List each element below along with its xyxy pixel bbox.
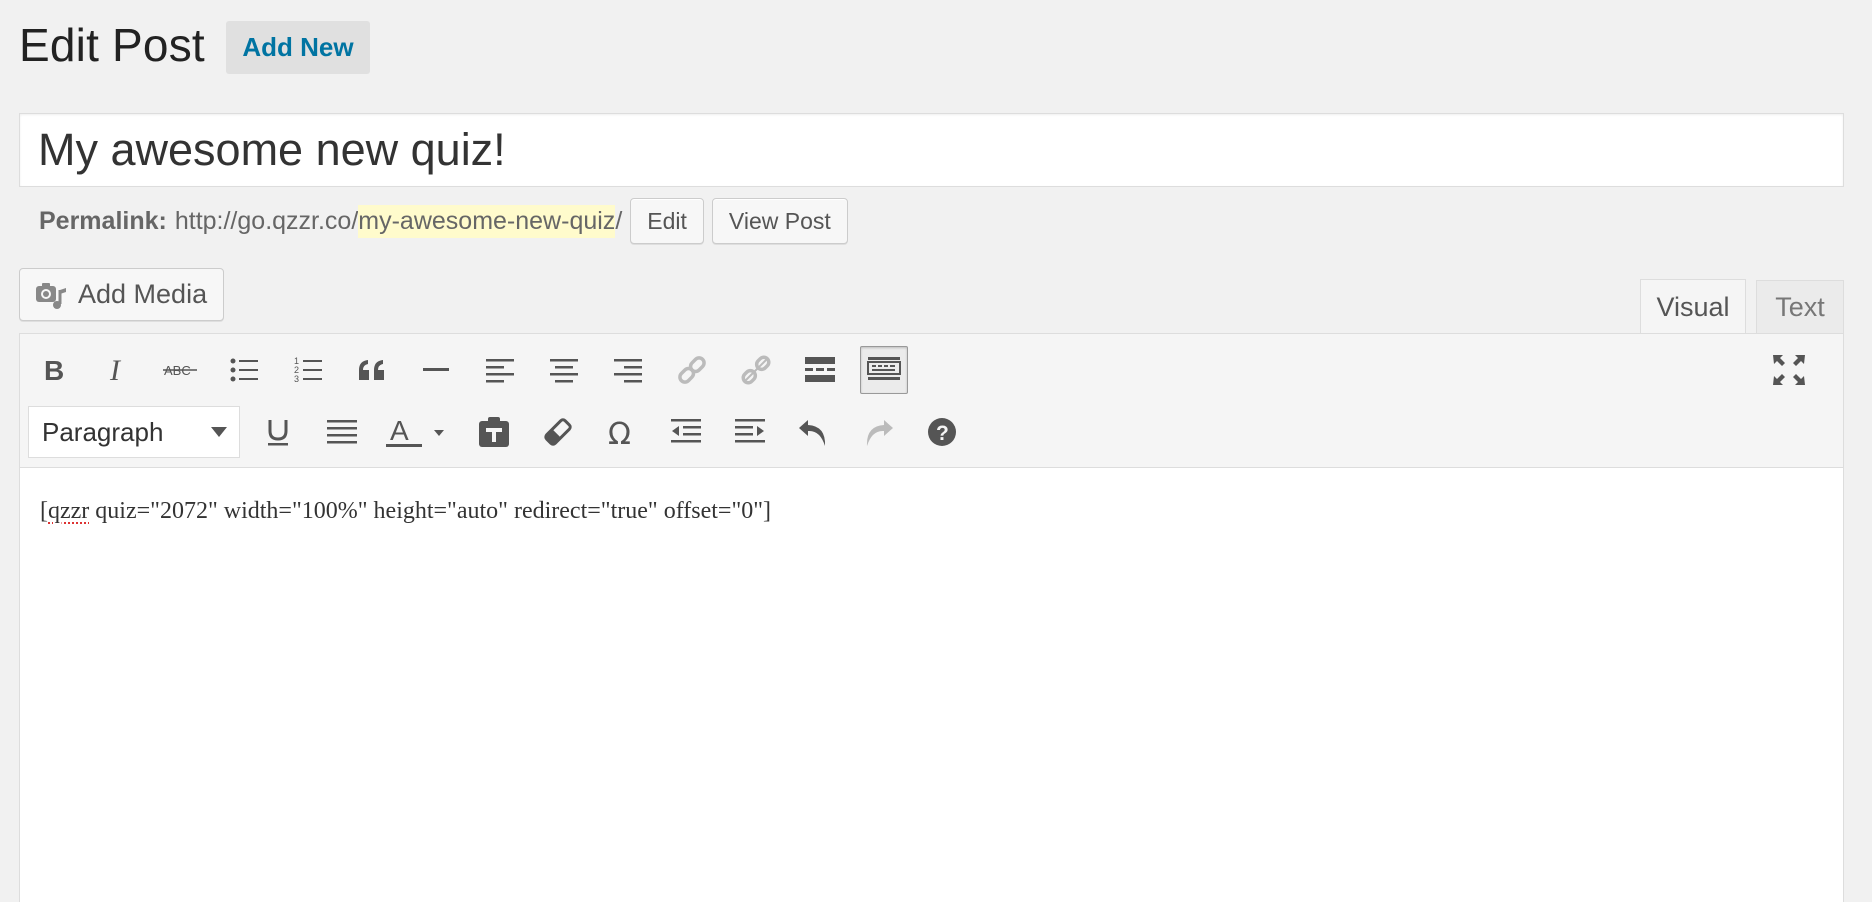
insert-link-icon[interactable] bbox=[668, 346, 716, 394]
fullscreen-icon[interactable] bbox=[1765, 346, 1813, 394]
bulleted-list-icon[interactable] bbox=[220, 346, 268, 394]
tab-visual[interactable]: Visual bbox=[1640, 279, 1746, 334]
permalink-label: Permalink: bbox=[39, 206, 167, 235]
toolbar-toggle-icon[interactable] bbox=[860, 346, 908, 394]
shortcode-open-bracket: [ bbox=[40, 498, 48, 524]
svg-text:Ω: Ω bbox=[608, 417, 631, 447]
numbered-list-icon[interactable]: 123 bbox=[284, 346, 332, 394]
undo-icon[interactable] bbox=[790, 408, 838, 456]
paste-as-text-icon[interactable] bbox=[470, 408, 518, 456]
clear-formatting-icon[interactable] bbox=[534, 408, 582, 456]
decrease-indent-icon[interactable] bbox=[662, 408, 710, 456]
align-left-icon[interactable] bbox=[476, 346, 524, 394]
tab-text[interactable]: Text bbox=[1756, 280, 1844, 333]
align-right-icon[interactable] bbox=[604, 346, 652, 394]
svg-text:3: 3 bbox=[294, 374, 299, 384]
horizontal-line-icon[interactable] bbox=[412, 346, 460, 394]
svg-text:?: ? bbox=[936, 422, 949, 445]
permalink-bar: Permalink: http://go.qzzr.co/my-awesome-… bbox=[39, 198, 848, 244]
blockquote-icon[interactable] bbox=[348, 346, 396, 394]
view-post-button[interactable]: View Post bbox=[711, 198, 848, 244]
svg-text:B: B bbox=[44, 356, 64, 384]
redo-icon[interactable] bbox=[854, 408, 902, 456]
align-center-icon[interactable] bbox=[540, 346, 588, 394]
italic-icon[interactable]: I bbox=[92, 346, 140, 394]
add-new-button[interactable]: Add New bbox=[226, 21, 370, 74]
help-icon[interactable]: ? bbox=[918, 408, 966, 456]
svg-text:I: I bbox=[109, 356, 122, 384]
increase-indent-icon[interactable] bbox=[726, 408, 774, 456]
read-more-icon[interactable] bbox=[796, 346, 844, 394]
remove-link-icon[interactable] bbox=[732, 346, 780, 394]
page-title: Edit Post bbox=[19, 19, 205, 71]
permalink-trailing-slash: / bbox=[615, 206, 623, 235]
bold-icon[interactable]: B bbox=[28, 346, 76, 394]
underline-icon[interactable] bbox=[254, 408, 302, 456]
misspelled-word: qzzr bbox=[48, 498, 90, 524]
shortcode-text: quiz="2072" width="100%" height="auto" r… bbox=[89, 498, 772, 524]
toolbar-row-2: Paragraph A Ω ? bbox=[28, 406, 982, 458]
special-character-icon[interactable]: Ω bbox=[598, 408, 646, 456]
permalink-slug[interactable]: my-awesome-new-quiz bbox=[358, 204, 616, 238]
format-select-value: Paragraph bbox=[42, 416, 164, 447]
editor-toolbar: B I ABC 123 Paragraph A Ω ? bbox=[20, 334, 1843, 468]
paragraph-format-select[interactable]: Paragraph bbox=[28, 406, 240, 458]
post-editor: B I ABC 123 Paragraph A Ω ? [qzzr quiz="… bbox=[19, 333, 1844, 902]
toolbar-row-1: B I ABC 123 bbox=[28, 346, 924, 394]
editor-content[interactable]: [qzzr quiz="2072" width="100%" height="a… bbox=[20, 468, 1843, 555]
justify-icon[interactable] bbox=[318, 408, 366, 456]
strikethrough-icon[interactable]: ABC bbox=[156, 346, 204, 394]
edit-permalink-button[interactable]: Edit bbox=[630, 198, 704, 244]
add-media-label: Add Media bbox=[78, 279, 208, 309]
text-color-icon[interactable]: A bbox=[382, 408, 454, 456]
add-media-button[interactable]: Add Media bbox=[19, 268, 224, 321]
post-title-input[interactable] bbox=[19, 113, 1844, 187]
chevron-down-icon bbox=[211, 427, 227, 437]
media-icon bbox=[36, 282, 66, 309]
svg-text:A: A bbox=[390, 416, 409, 446]
permalink-base-url: http://go.qzzr.co/ bbox=[174, 206, 359, 235]
